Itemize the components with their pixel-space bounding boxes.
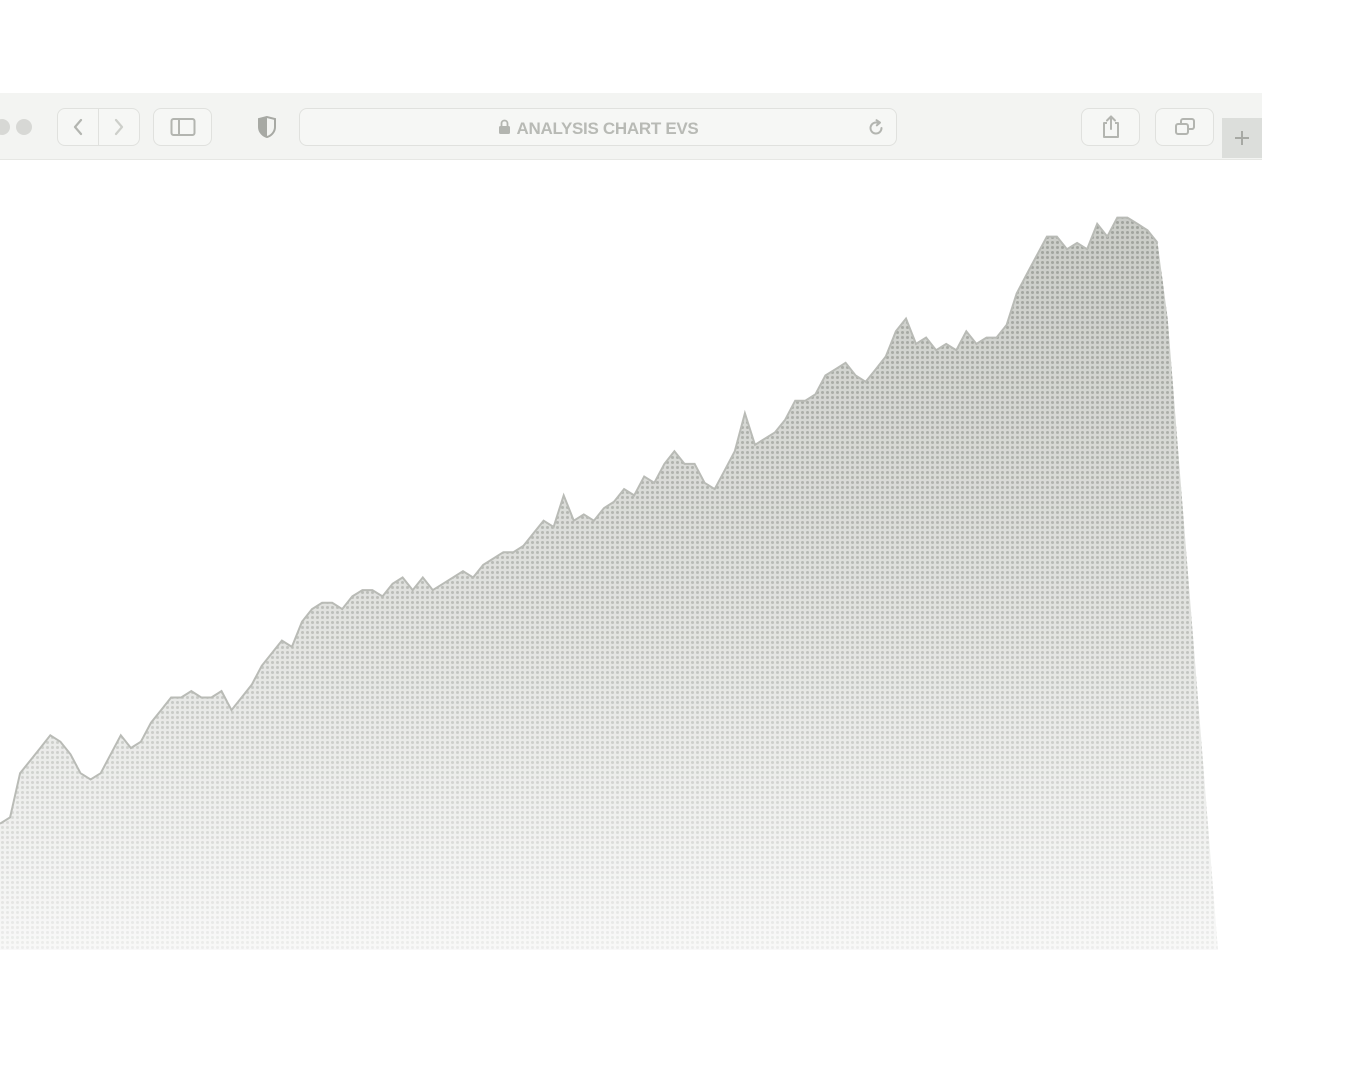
lock-icon <box>498 119 510 134</box>
area-halftone <box>0 217 1218 951</box>
tabs-overview-icon <box>1174 118 1195 135</box>
back-button[interactable] <box>57 108 99 146</box>
chevron-left-icon <box>73 118 83 136</box>
privacy-button[interactable] <box>253 113 281 141</box>
traffic-light-dot[interactable] <box>16 119 32 135</box>
reload-button[interactable] <box>864 116 888 140</box>
sidebar-icon <box>170 118 195 136</box>
new-tab-button[interactable] <box>1222 118 1262 158</box>
share-icon <box>1102 115 1119 138</box>
reload-icon <box>869 119 883 135</box>
area-chart <box>0 216 1218 951</box>
share-button[interactable] <box>1081 108 1140 146</box>
plus-icon <box>1235 131 1249 145</box>
sidebar-button[interactable] <box>153 108 212 146</box>
address-text: ANALYSIS CHART EVS <box>516 119 699 138</box>
forward-button[interactable] <box>98 108 140 146</box>
tabs-overview-button[interactable] <box>1155 108 1214 146</box>
shield-icon <box>258 115 276 139</box>
address-bar[interactable]: ANALYSIS CHART EVS <box>299 108 897 146</box>
chevron-right-icon <box>114 118 124 136</box>
